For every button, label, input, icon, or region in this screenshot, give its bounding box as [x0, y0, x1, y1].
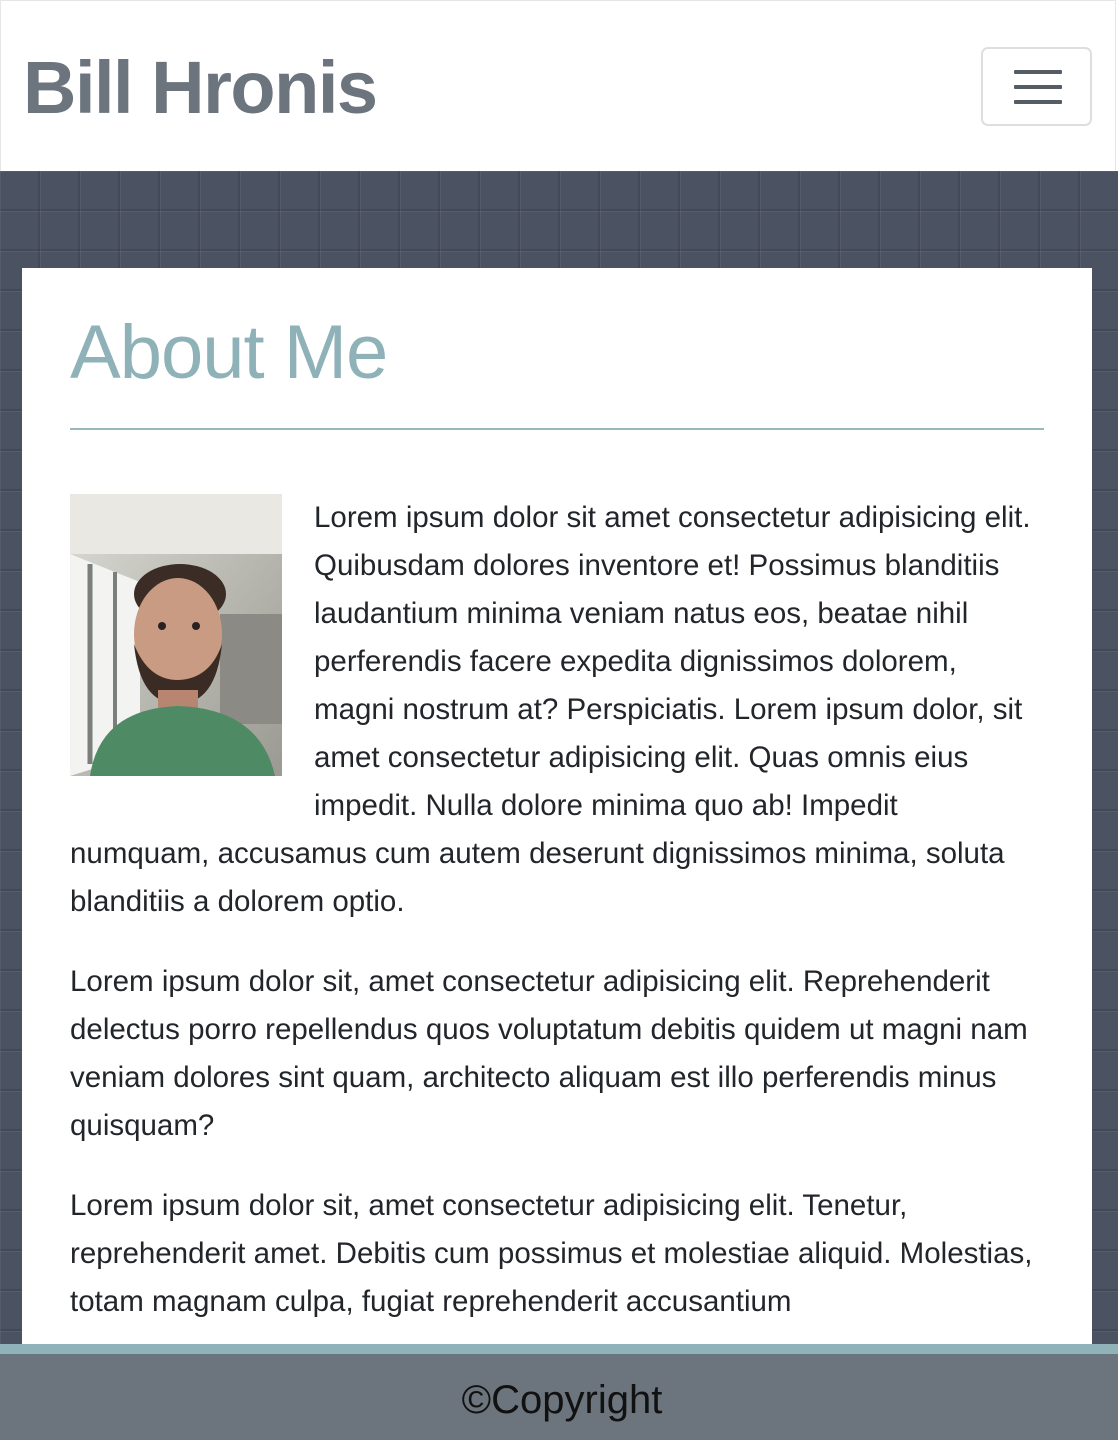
- about-paragraph-2: Lorem ipsum dolor sit, amet consectetur …: [70, 965, 1028, 1142]
- navbar-toggler-button[interactable]: [981, 47, 1092, 126]
- title-divider: [70, 428, 1044, 430]
- brand-link[interactable]: Bill Hronis: [23, 45, 378, 131]
- footer: ©Copyright: [0, 1354, 1118, 1440]
- about-content: Lorem ipsum dolor sit amet consectetur a…: [70, 494, 1035, 1346]
- about-card: About Me Lorem ipsum dolor sit amet cons…: [22, 268, 1092, 1346]
- footer-accent-line: [0, 1344, 1118, 1354]
- navbar: Bill Hronis: [0, 0, 1116, 171]
- profile-photo: [70, 494, 282, 776]
- copyright-text: ©Copyright: [461, 1378, 663, 1422]
- page-title: About Me: [70, 310, 388, 395]
- about-paragraph-3: Lorem ipsum dolor sit, amet consectetur …: [70, 1189, 1033, 1318]
